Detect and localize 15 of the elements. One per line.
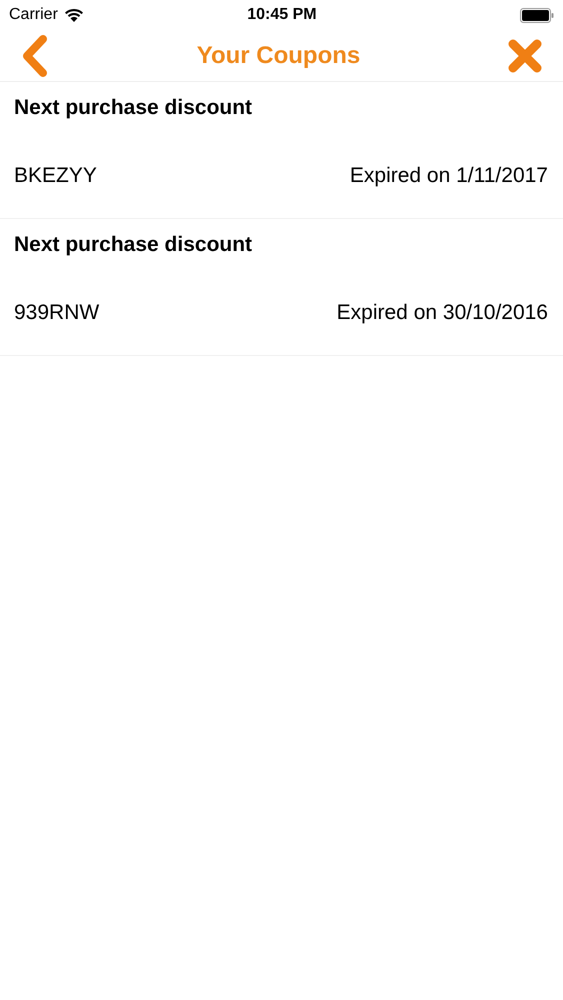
coupon-code: BKEZYY [14,163,97,190]
status-time: 10:45 PM [247,5,317,25]
back-button[interactable] [20,34,50,76]
close-button[interactable] [506,38,543,74]
screen-title: Your Coupons [196,40,360,70]
coupon-code: 939RNW [14,300,100,326]
back-icon [21,34,49,76]
carrier-label: Carrier [9,5,58,25]
battery-icon [520,8,554,22]
coupon-title: Next purchase discount [14,232,252,258]
coupon-title: Next purchase discount [14,95,252,122]
close-icon [508,38,542,72]
wifi-icon [64,8,84,22]
expiry-date: Expired on 30/10/2016 [336,300,548,326]
expiry-date: Expired on 1/11/2017 [350,163,548,190]
